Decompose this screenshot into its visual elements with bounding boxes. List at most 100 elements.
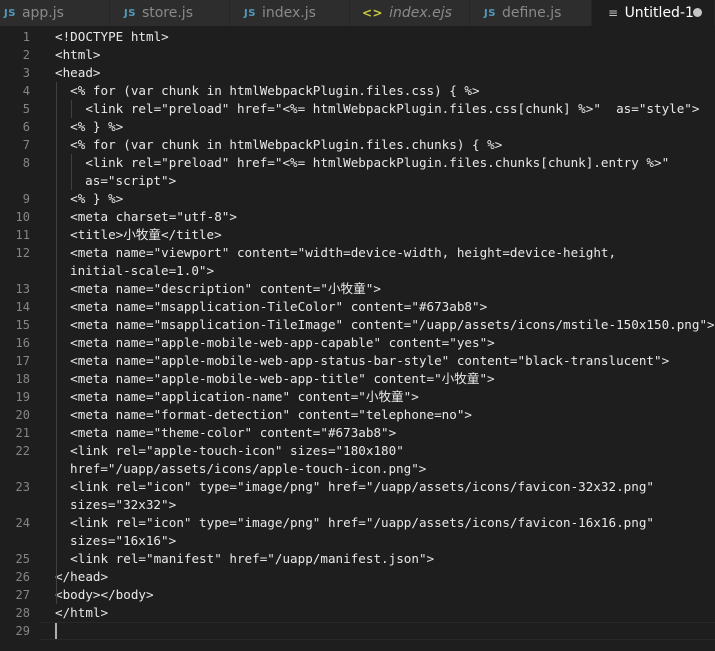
code-line: 23 <link rel="icon" type="image/png" hre… xyxy=(0,478,715,496)
line-number: 21 xyxy=(15,426,30,440)
line-text: <meta name="msapplication-TileColor" con… xyxy=(55,299,488,314)
indent-guide xyxy=(71,154,72,190)
code-file-icon: <> xyxy=(362,6,384,20)
code-line: 13 <meta name="description" content="小牧童… xyxy=(0,280,715,298)
unsaved-dot-icon[interactable] xyxy=(693,8,702,17)
line-text: </html> xyxy=(55,605,109,620)
code-line: 1 <!DOCTYPE html> xyxy=(0,28,715,46)
wrapped-text: as="script"> xyxy=(70,173,177,188)
line-number: 10 xyxy=(15,210,30,224)
line-number: 24 xyxy=(15,516,30,530)
line-number: 15 xyxy=(15,318,30,332)
line-text: <% } %> xyxy=(55,191,124,206)
line-text: <link rel="preload" href="<%= htmlWebpac… xyxy=(55,101,700,116)
code-line-wrapped: sizes="16x16"> xyxy=(0,532,715,550)
code-line: 3 <head> xyxy=(0,64,715,82)
line-text: <meta charset="utf-8"> xyxy=(55,209,237,224)
js-file-icon: JS xyxy=(124,7,136,19)
tab-bar: JS app.js JS store.js JS index.js <> ind… xyxy=(0,0,715,26)
code-line: 10 <meta charset="utf-8"> xyxy=(0,208,715,226)
code-editor[interactable]: 1 <!DOCTYPE html> 2 <html> 3 <head> 4 <% for (… xyxy=(0,26,715,651)
line-number: 19 xyxy=(15,390,30,404)
line-number: 9 xyxy=(22,192,30,206)
line-number: 28 xyxy=(15,606,30,620)
line-text: <link rel="preload" href="<%= htmlWebpac… xyxy=(55,155,670,170)
line-text: </head> xyxy=(55,569,109,584)
code-line: 25 <link rel="manifest" href="/uapp/mani… xyxy=(0,550,715,568)
tab-label: store.js xyxy=(141,5,193,21)
line-number: 23 xyxy=(15,480,30,494)
code-line: 24 <link rel="icon" type="image/png" hre… xyxy=(0,514,715,532)
line-text: <% for (var chunk in htmlWebpackPlugin.f… xyxy=(55,83,480,98)
line-text: <meta name="apple-mobile-web-app-title" … xyxy=(55,371,495,386)
line-text: <link rel="icon" type="image/png" href="… xyxy=(55,479,654,494)
tab-label: index.js xyxy=(261,5,316,21)
code-line: 17 <meta name="apple-mobile-web-app-stat… xyxy=(0,352,715,370)
line-text: <meta name="format-detection" content="t… xyxy=(55,407,473,422)
wrapped-text: href="/uapp/assets/icons/apple-touch-ico… xyxy=(70,461,427,476)
code-line: 5 <link rel="preload" href="<%= htmlWebp… xyxy=(0,100,715,118)
wrapped-text: sizes="32x32"> xyxy=(70,497,177,512)
line-text: <meta name="apple-mobile-web-app-capable… xyxy=(55,335,495,350)
line-number: 4 xyxy=(22,84,30,98)
line-text: <body></body> xyxy=(55,587,154,602)
code-line: 4 <% for (var chunk in htmlWebpackPlugin… xyxy=(0,82,715,100)
line-text: <meta name="msapplication-TileImage" con… xyxy=(55,317,715,332)
tab-label: index.ejs xyxy=(389,5,452,21)
line-text: <meta name="apple-mobile-web-app-status-… xyxy=(55,353,670,368)
code-line-wrapped: initial-scale=1.0"> xyxy=(0,262,715,280)
code-line: 15 <meta name="msapplication-TileImage" … xyxy=(0,316,715,334)
indent-guide xyxy=(56,82,57,604)
code-line: 8 <link rel="preload" href="<%= htmlWebp… xyxy=(0,154,715,172)
line-number: 11 xyxy=(15,228,30,242)
code-line: 29 xyxy=(0,622,715,640)
code-line-wrapped: as="script"> xyxy=(0,172,715,190)
line-number: 20 xyxy=(15,408,30,422)
line-number: 18 xyxy=(15,372,30,386)
code-line-wrapped: sizes="32x32"> xyxy=(0,496,715,514)
js-file-icon: JS xyxy=(244,7,256,19)
code-line: 12 <meta name="viewport" content="width=… xyxy=(0,244,715,262)
line-text: <% for (var chunk in htmlWebpackPlugin.f… xyxy=(55,137,503,152)
line-number: 25 xyxy=(15,552,30,566)
line-number: 1 xyxy=(22,30,30,44)
line-text: <!DOCTYPE html> xyxy=(55,29,169,44)
code-line: 22 <link rel="apple-touch-icon" sizes="1… xyxy=(0,442,715,460)
code-line-wrapped: href="/uapp/assets/icons/apple-touch-ico… xyxy=(0,460,715,478)
line-number: 27 xyxy=(15,588,30,602)
code-line: 27 <body></body> xyxy=(0,586,715,604)
code-line: 26 </head> xyxy=(0,568,715,586)
code-line: 18 <meta name="apple-mobile-web-app-titl… xyxy=(0,370,715,388)
line-number: 29 xyxy=(15,624,30,638)
line-number: 6 xyxy=(22,120,30,134)
tab-label: app.js xyxy=(21,5,64,21)
tab-define-js[interactable]: JS define.js xyxy=(470,0,592,26)
tab-app-js[interactable]: JS app.js xyxy=(0,0,110,26)
line-number: 14 xyxy=(15,300,30,314)
tab-store-js[interactable]: JS store.js xyxy=(110,0,230,26)
code-line: 2 <html> xyxy=(0,46,715,64)
tab-label: define.js xyxy=(501,5,562,21)
line-number: 17 xyxy=(15,354,30,368)
line-number: 2 xyxy=(22,48,30,62)
line-number: 16 xyxy=(15,336,30,350)
line-number: 13 xyxy=(15,282,30,296)
js-file-icon: JS xyxy=(4,7,16,19)
tab-index-ejs[interactable]: <> index.ejs xyxy=(350,0,470,26)
code-line: 21 <meta name="theme-color" content="#67… xyxy=(0,424,715,442)
tab-index-js[interactable]: JS index.js xyxy=(230,0,350,26)
tab-untitled-1[interactable]: ≡ Untitled-1 xyxy=(592,0,715,26)
line-text: <meta name="theme-color" content="#673ab… xyxy=(55,425,397,440)
code-line: 16 <meta name="apple-mobile-web-app-capa… xyxy=(0,334,715,352)
code-line: 14 <meta name="msapplication-TileColor" … xyxy=(0,298,715,316)
code-line: 20 <meta name="format-detection" content… xyxy=(0,406,715,424)
code-line: 19 <meta name="application-name" content… xyxy=(0,388,715,406)
line-number: 3 xyxy=(22,66,30,80)
code-line: 28 </html> xyxy=(0,604,715,622)
line-text: <link rel="icon" type="image/png" href="… xyxy=(55,515,654,530)
line-text: <% } %> xyxy=(55,119,124,134)
code-line: 6 <% } %> xyxy=(0,118,715,136)
line-number: 26 xyxy=(15,570,30,584)
line-number: 7 xyxy=(22,138,30,152)
line-text: <html> xyxy=(55,47,101,62)
